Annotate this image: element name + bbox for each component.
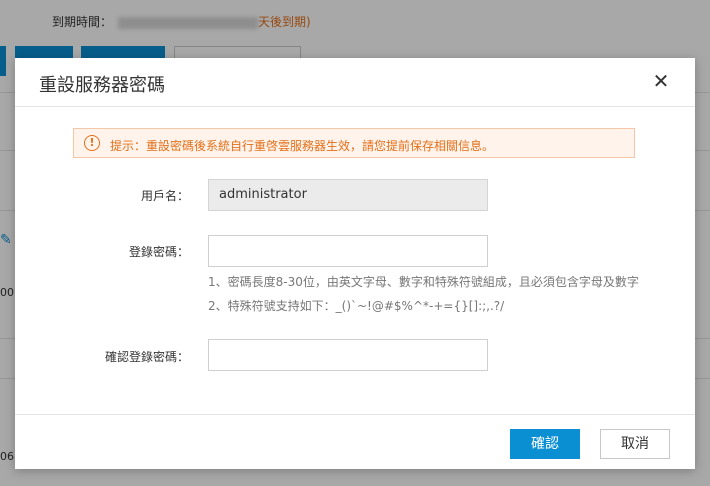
dialog-footer: 確認 取消 xyxy=(15,414,695,470)
confirm-button[interactable]: 確認 xyxy=(510,429,580,459)
warning-icon: ! xyxy=(84,135,100,151)
cancel-button[interactable]: 取消 xyxy=(600,429,670,459)
confirm-password-label: 確認登錄密碼： xyxy=(104,350,189,364)
reset-password-dialog: 重設服務器密碼 ✕ ! 提示：重設密碼後系統自行重啓雲服務器生效，請您提前保存相… xyxy=(15,58,695,469)
dialog-header: 重設服務器密碼 ✕ xyxy=(15,58,695,107)
alert-text: 提示：重設密碼後系統自行重啓雲服務器生效，請您提前保存相關信息。 xyxy=(110,139,495,153)
confirm-password-input[interactable] xyxy=(208,339,488,371)
warning-alert: ! 提示：重設密碼後系統自行重啓雲服務器生效，請您提前保存相關信息。 xyxy=(73,128,635,158)
password-input[interactable] xyxy=(208,235,488,267)
dialog-title: 重設服務器密碼 xyxy=(39,75,165,96)
username-label: 用戶名： xyxy=(140,189,189,203)
password-label: 登錄密碼： xyxy=(128,245,189,259)
password-hint-2: 2、特殊符號支持如下：_()`~!@#$%^*-+={}[]:;,.?/ xyxy=(208,299,505,313)
close-icon[interactable]: ✕ xyxy=(651,71,671,91)
password-hint-1: 1、密碼長度8-30位，由英文字母、數字和特殊符號組成，且必須包含字母及數字 xyxy=(208,275,639,289)
username-field: administrator xyxy=(208,179,488,211)
